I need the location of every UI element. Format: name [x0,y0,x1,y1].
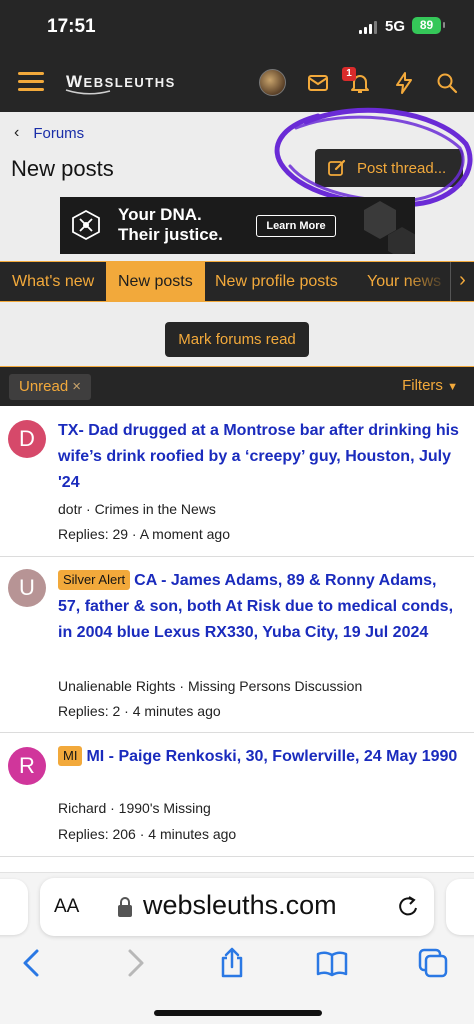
ad-line2: Their justice. [118,225,223,244]
thread-title-link[interactable]: MI - Paige Renkoski, 30, Fowlerville, 24… [86,748,457,765]
back-icon[interactable] [17,947,49,979]
avatar[interactable]: R [8,747,46,785]
filters-label: Filters [402,377,443,394]
battery-icon: 89 [412,17,445,34]
alert-count-badge: 1 [342,67,356,81]
list-item[interactable]: R MI MI - Paige Renkoski, 30, Fowlerville… [0,733,474,857]
home-indicator [154,1010,322,1016]
list-item[interactable]: D TX- Dad drugged at a Montrose bar afte… [0,406,474,557]
hex-pattern-icon [364,201,415,254]
page-title: New posts [11,156,114,181]
mail-icon[interactable] [306,71,330,95]
tab-bar: What's new New posts New profile posts Y… [0,261,474,302]
unread-chip-label: Unread [19,378,69,395]
thread-meta[interactable]: Unalienable Rights · Missing Persons Dis… [58,678,362,694]
list-item[interactable]: U Silver Alert CA - James Adams, 89 & Ron… [0,557,474,733]
thread-title[interactable]: MI MI - Paige Renkoski, 30, Fowlerville, … [58,744,462,770]
caret-down-icon: ▼ [447,381,458,393]
search-icon[interactable] [435,71,459,95]
safari-toolbar: AA websleuths.com [0,872,474,1024]
thread-title-link[interactable]: TX- Dad drugged at a Montrose bar after … [58,418,462,496]
chevron-right-icon[interactable]: › [450,262,474,301]
thread-prefix-badge: MI [58,746,83,766]
thread-title[interactable]: Silver Alert CA - James Adams, 89 & Ronny… [58,568,462,646]
signal-icon [359,21,379,34]
mark-forums-read-button[interactable]: Mark forums read [165,322,309,357]
ad-banner[interactable]: Your DNA. Their justice. Learn More [60,197,415,254]
tabs-icon[interactable] [417,947,449,979]
edit-icon [328,159,346,176]
site-header: WEBSLEUTHS 1 [0,58,474,112]
next-tab-pill[interactable] [446,879,474,935]
tab-fade [404,262,450,301]
filter-bar: Unread × Filters ▼ [0,366,474,406]
network-label: 5G [385,18,406,35]
tab-whats-new[interactable]: What's new [12,262,94,301]
thread-meta[interactable]: Richard · 1990's Missing [58,800,211,816]
logo-swoosh-icon [65,89,111,95]
unread-filter-chip[interactable]: Unread × [9,374,91,400]
bookmarks-icon[interactable] [316,947,348,979]
url-text[interactable]: websleuths.com [143,890,337,921]
address-bar[interactable]: AA websleuths.com [40,878,434,936]
thread-stats: Replies: 206 · 4 minutes ago [58,826,237,842]
breadcrumb[interactable]: ‹ Forums [14,124,84,142]
menu-icon[interactable] [18,70,44,94]
thread-stats: Replies: 2 · 4 minutes ago [58,703,221,719]
dna-logo-icon [72,209,100,241]
status-bar: 17:51 5G 89 [0,0,474,58]
thread-meta[interactable]: dotr · Crimes in the News [58,501,216,517]
ad-line1: Your DNA. [118,205,202,224]
avatar[interactable]: U [8,569,46,607]
thread-stats: Replies: 29 · A moment ago [58,526,230,542]
bolt-icon[interactable] [392,71,416,95]
breadcrumb-forums-link[interactable]: Forums [33,125,84,142]
battery-level: 89 [419,18,434,32]
chevron-left-icon: ‹ [14,124,20,141]
post-thread-button[interactable]: Post thread... [315,149,463,187]
reload-icon[interactable] [396,894,420,920]
thread-list: D TX- Dad drugged at a Montrose bar afte… [0,406,474,872]
tab-new-profile-posts[interactable]: New profile posts [215,262,338,301]
thread-prefix-badge: Silver Alert [58,570,131,590]
status-time: 17:51 [47,16,96,37]
avatar[interactable] [259,69,286,96]
reader-settings-button[interactable]: AA [54,896,79,918]
post-thread-label: Post thread... [357,159,447,177]
close-icon[interactable]: × [72,378,81,395]
forward-icon[interactable] [118,947,150,979]
tab-new-posts[interactable]: New posts [106,262,205,301]
filters-button[interactable]: Filters ▼ [402,377,458,394]
lock-icon [118,897,132,917]
ad-text: Your DNA. Their justice. [118,205,223,245]
avatar[interactable]: D [8,420,46,458]
share-icon[interactable] [216,947,248,979]
ad-learn-more-button[interactable]: Learn More [256,215,336,237]
previous-tab-pill[interactable] [0,879,28,935]
